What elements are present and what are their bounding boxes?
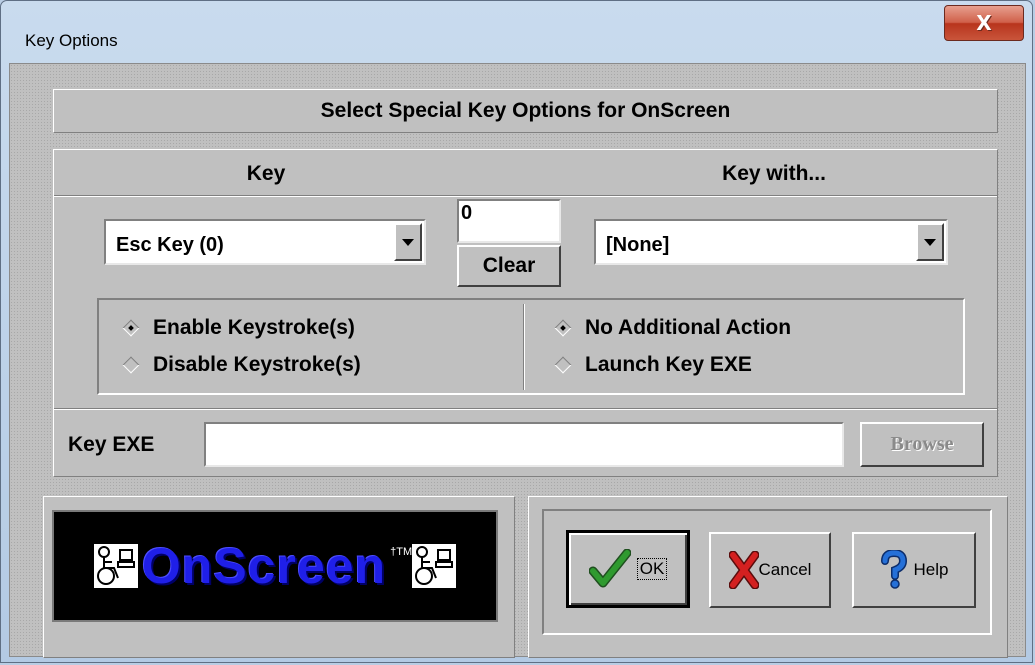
key-exe-label: Key EXE (68, 433, 155, 456)
browse-button[interactable]: Browse (860, 422, 984, 467)
key-with-dropdown-button[interactable] (916, 223, 944, 261)
launch-key-exe-label: Launch Key EXE (585, 353, 752, 376)
radio-group-divider (523, 304, 525, 390)
chevron-down-icon (402, 238, 414, 246)
enable-keystroke-radio[interactable]: Enable Keystroke(s) (121, 316, 355, 340)
cancel-button[interactable]: Cancel (709, 532, 831, 608)
no-additional-action-label: No Additional Action (585, 316, 792, 339)
enable-keystroke-label: Enable Keystroke(s) (153, 316, 355, 339)
chevron-down-icon (924, 238, 936, 246)
exe-divider (54, 408, 997, 410)
window-title: Key Options (25, 31, 118, 50)
key-select-value: Esc Key (0) (116, 234, 224, 256)
close-button[interactable]: X (944, 5, 1024, 41)
key-select[interactable]: Esc Key (0) (104, 219, 426, 265)
browse-button-label: Browse (890, 433, 954, 455)
key-exe-input[interactable] (204, 422, 844, 467)
radio-diamond-icon (122, 319, 140, 337)
help-button-label: Help (913, 560, 949, 579)
title-bar[interactable]: Key Options X (1, 1, 1032, 63)
launch-key-exe-radio[interactable]: Launch Key EXE (553, 353, 752, 377)
onscreen-logo: OnScreen †TM (52, 510, 498, 622)
header-divider (54, 195, 997, 197)
ok-button-label: OK (636, 558, 668, 580)
key-with-select[interactable]: [None] (594, 219, 948, 265)
disable-keystroke-radio[interactable]: Disable Keystroke(s) (121, 353, 361, 377)
clear-button[interactable]: Clear (457, 245, 561, 287)
clear-button-label: Clear (482, 254, 536, 277)
wheelchair-computer-icon (93, 544, 138, 588)
radio-group-box: Enable Keystroke(s) Disable Keystroke(s)… (97, 298, 965, 395)
checkmark-icon (588, 549, 631, 588)
cancel-button-label: Cancel (758, 560, 812, 579)
key-code-input[interactable]: 0 (457, 199, 561, 243)
logo-wordmark: OnScreen (141, 538, 387, 594)
close-icon: X (976, 11, 992, 35)
header-panel: Select Special Key Options for OnScreen (53, 89, 998, 133)
key-options-window: Key Options X Select Special Key Options… (0, 0, 1033, 663)
key-with-column-header: Key with... (722, 162, 826, 185)
help-question-icon (880, 550, 907, 589)
radio-diamond-icon (554, 319, 572, 337)
cancel-x-icon (728, 551, 759, 589)
dialog-heading: Select Special Key Options for OnScreen (320, 99, 731, 122)
ok-button[interactable]: OK (566, 530, 690, 608)
key-with-select-value: [None] (606, 234, 670, 256)
help-button[interactable]: Help (852, 532, 976, 608)
radio-diamond-icon (122, 356, 140, 374)
no-additional-action-radio[interactable]: No Additional Action (553, 316, 791, 340)
disable-keystroke-label: Disable Keystroke(s) (153, 353, 361, 376)
radio-diamond-icon (554, 356, 572, 374)
options-panel: Key Key with... Esc Key (0) 0 Clear [Non… (53, 149, 998, 477)
key-select-dropdown-button[interactable] (394, 223, 422, 261)
key-column-header: Key (246, 162, 286, 185)
key-code-value: 0 (461, 202, 473, 224)
wheelchair-computer-icon (412, 544, 457, 588)
logo-trademark: †TM (390, 546, 413, 558)
